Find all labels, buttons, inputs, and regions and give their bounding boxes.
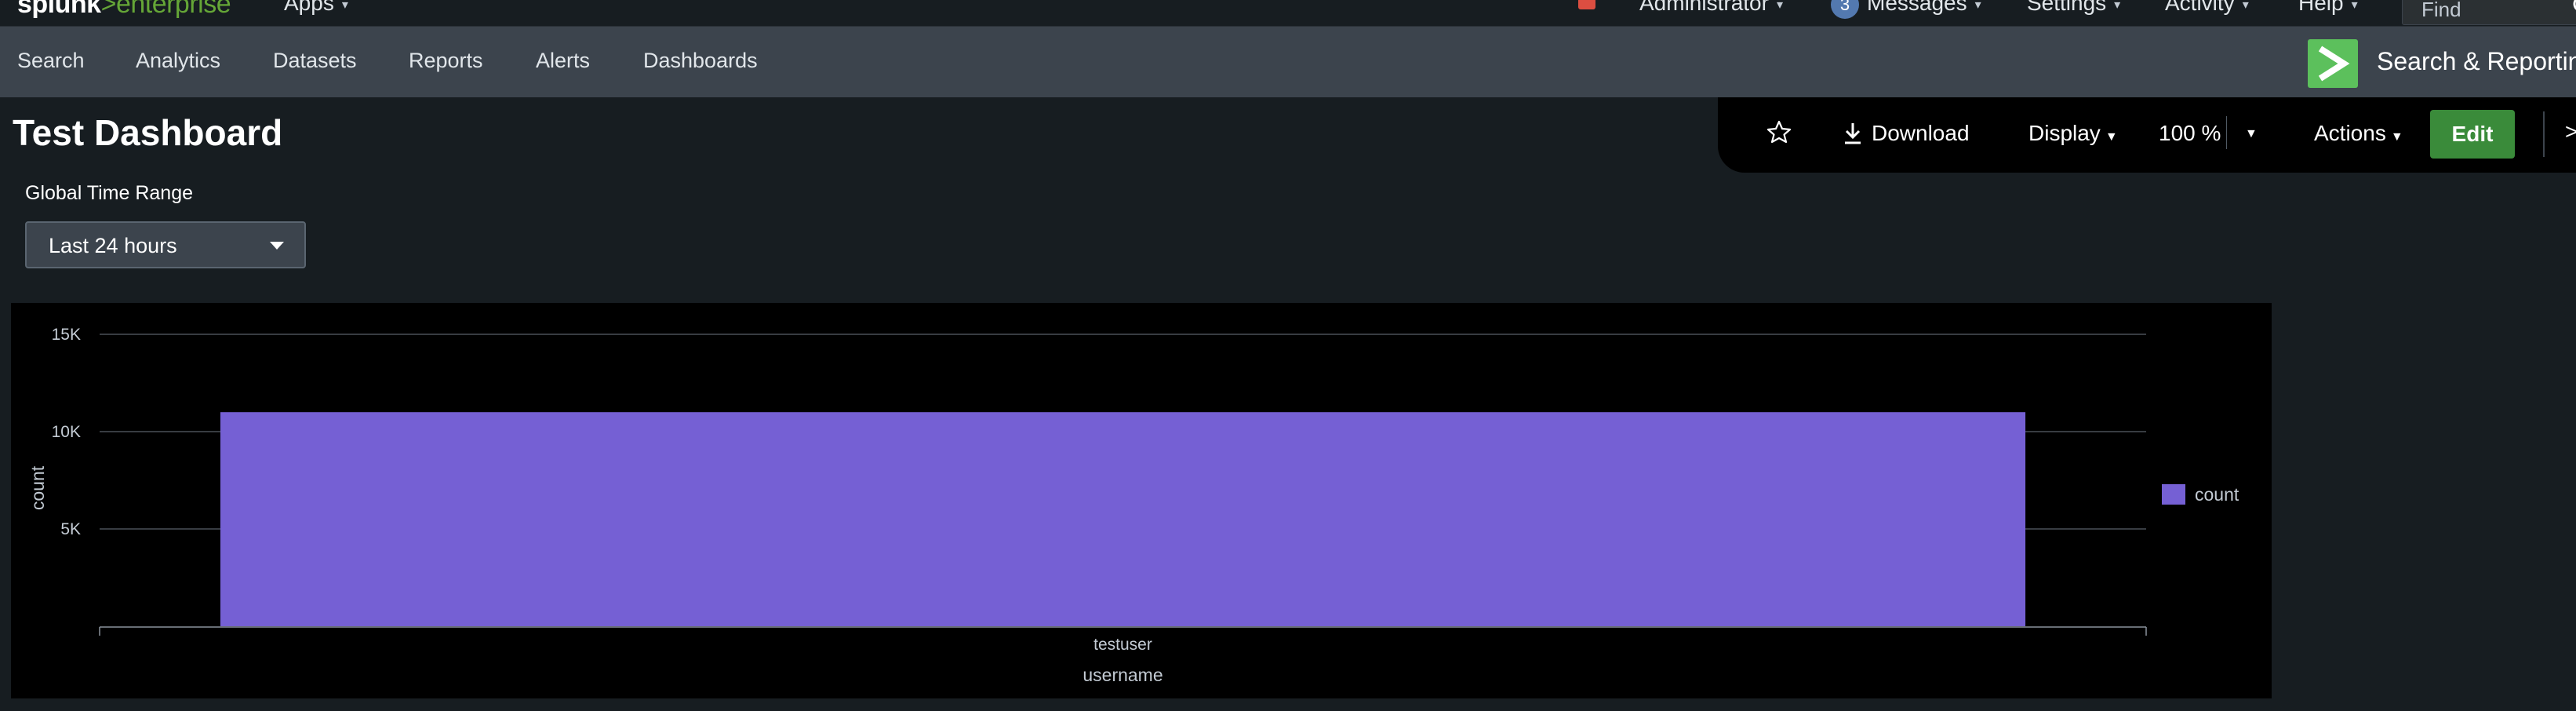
administrator-label: Administrator bbox=[1639, 0, 1769, 15]
app-logo-icon[interactable] bbox=[2308, 39, 2358, 88]
find-placeholder: Find bbox=[2421, 0, 2461, 21]
caret-down-icon bbox=[270, 242, 284, 250]
nav-datasets[interactable]: Datasets bbox=[273, 49, 357, 73]
legend-label: count bbox=[2195, 484, 2239, 505]
toolbar-overflow-icon[interactable]: > bbox=[2565, 119, 2576, 144]
logo-splunk-text: splunk bbox=[17, 0, 101, 19]
messages-count-badge: 3 bbox=[1831, 0, 1859, 19]
find-input[interactable]: Find bbox=[2402, 0, 2576, 25]
edit-button[interactable]: Edit bbox=[2430, 110, 2515, 159]
display-label: Display bbox=[2028, 121, 2101, 145]
chevron-down-icon: ▾ bbox=[1974, 0, 1981, 12]
nav-reports[interactable]: Reports bbox=[409, 49, 483, 73]
dashboard-toolbar: Download Display ▼ 100 % ▼ Actions ▼ Edit … bbox=[1718, 97, 2576, 173]
app-nav-bar: Search Analytics Datasets Reports Alerts… bbox=[0, 27, 2576, 97]
settings-label: Settings bbox=[2027, 0, 2107, 15]
nav-dashboards[interactable]: Dashboards bbox=[643, 49, 758, 73]
activity-menu[interactable]: Activity ▾ bbox=[2165, 0, 2249, 16]
bar-chart: 5K 10K 15K testuser username count count bbox=[27, 326, 2239, 685]
x-tick-label: testuser bbox=[1093, 636, 1152, 654]
toolbar-divider bbox=[2543, 111, 2545, 157]
display-menu[interactable]: Display ▼ bbox=[2028, 121, 2118, 146]
x-axis-title: username bbox=[1082, 665, 1162, 685]
actions-label: Actions bbox=[2314, 121, 2386, 145]
administrator-menu[interactable]: Administrator ▾ bbox=[1639, 0, 1783, 16]
chevron-down-icon: ▾ bbox=[2114, 0, 2121, 12]
y-tick-label: 10K bbox=[52, 423, 81, 441]
help-menu[interactable]: Help ▾ bbox=[2298, 0, 2358, 16]
legend-swatch bbox=[2162, 484, 2185, 505]
time-range-dropdown[interactable]: Last 24 hours bbox=[25, 221, 306, 268]
y-axis-title: count bbox=[27, 465, 48, 510]
zoom-value[interactable]: 100 % bbox=[2159, 121, 2221, 146]
zoom-divider bbox=[2226, 116, 2227, 149]
download-button[interactable]: Download bbox=[1872, 121, 1970, 146]
apps-menu-label: Apps bbox=[284, 0, 334, 15]
activity-label: Activity bbox=[2165, 0, 2235, 15]
messages-label: Messages bbox=[1867, 0, 1967, 15]
star-icon[interactable] bbox=[1765, 118, 1793, 146]
nav-alerts[interactable]: Alerts bbox=[536, 49, 590, 73]
settings-menu[interactable]: Settings ▾ bbox=[2027, 0, 2120, 16]
splunk-logo[interactable]: splunk>enterprise bbox=[17, 0, 231, 20]
actions-menu[interactable]: Actions ▼ bbox=[2314, 121, 2403, 146]
bar bbox=[220, 412, 2026, 626]
logo-enterprise-text: enterprise bbox=[115, 0, 231, 19]
nav-analytics[interactable]: Analytics bbox=[136, 49, 220, 73]
chevron-down-icon: ▾ bbox=[2351, 0, 2358, 12]
y-tick-label: 5K bbox=[60, 520, 81, 538]
chevron-down-icon: ▾ bbox=[2242, 0, 2249, 12]
y-tick-label: 15K bbox=[52, 326, 81, 344]
help-label: Help bbox=[2298, 0, 2344, 15]
app-name[interactable]: Search & Reportin bbox=[2377, 47, 2576, 76]
apps-menu[interactable]: Apps ▾ bbox=[284, 0, 348, 16]
logo-gt-text: > bbox=[100, 0, 117, 19]
time-range-label: Global Time Range bbox=[25, 182, 194, 204]
messages-menu[interactable]: Messages ▾ bbox=[1867, 0, 1981, 16]
chevron-down-icon: ▾ bbox=[341, 0, 348, 12]
zoom-dropdown-icon[interactable]: ▼ bbox=[2245, 127, 2258, 141]
bell-icon[interactable] bbox=[1578, 0, 1595, 9]
nav-search[interactable]: Search bbox=[17, 49, 85, 73]
time-range-value: Last 24 hours bbox=[49, 234, 177, 257]
top-bar: splunk>enterprise Apps ▾ Administrator ▾ 3… bbox=[0, 0, 2576, 27]
chart-panel: 5K 10K 15K testuser username count count bbox=[11, 303, 2272, 698]
page-title: Test Dashboard bbox=[13, 112, 283, 153]
chevron-down-icon: ▼ bbox=[2105, 130, 2118, 144]
search-icon[interactable] bbox=[2572, 0, 2576, 18]
chevron-down-icon: ▼ bbox=[2390, 130, 2403, 144]
chevron-down-icon: ▾ bbox=[1776, 0, 1783, 12]
download-icon bbox=[1845, 123, 1861, 144]
